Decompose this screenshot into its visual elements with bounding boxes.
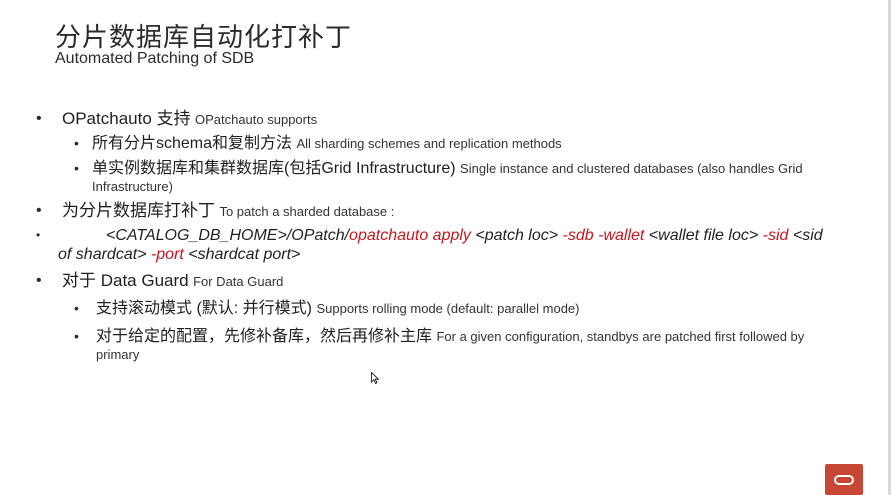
slide: 分片数据库自动化打补丁 Automated Patching of SDB • … <box>0 0 891 495</box>
bullet-main-text: 对于 Data Guard <box>62 271 189 290</box>
bullet-main-text: 为分片数据库打补丁 <box>62 201 215 220</box>
cmd-patch-loc: <patch loc> <box>470 227 563 244</box>
mouse-pointer-icon <box>371 372 379 384</box>
bullet-sub-text: Supports rolling mode (default: parallel… <box>316 301 580 316</box>
bullet-main-text: 对于给定的配置，先修补备库，然后再修补主库 <box>96 328 433 345</box>
bullet-dot: • <box>36 272 42 289</box>
bullet-dot: • <box>36 228 41 242</box>
cmd-shardcat-port: <shardcat port> <box>183 246 301 263</box>
slide-title-zh: 分片数据库自动化打补丁 <box>55 22 353 52</box>
patch-command-line2: of shardcat> -port <shardcat port> <box>58 246 300 264</box>
bullet-sub-text: All sharding schemes and replication met… <box>296 136 562 151</box>
oracle-logo <box>825 464 863 495</box>
bullet-sub-text-cont: primary <box>96 347 140 362</box>
cmd-wallet-loc: <wallet file loc> <box>644 227 763 244</box>
bullet-opatchauto: OPatchauto 支持 OPatchauto supports <box>62 110 317 129</box>
bullet-dot: • <box>74 300 79 316</box>
bullet-standby-first: 对于给定的配置，先修补备库，然后再修补主库 For a given config… <box>96 328 804 346</box>
bullet-sharding-schemes: 所有分片schema和复制方法 All sharding schemes and… <box>92 135 562 153</box>
bullet-sub-text-cont: Infrastructure) <box>92 179 173 194</box>
bullet-dot: • <box>36 202 42 219</box>
cmd-port: -port <box>150 246 184 263</box>
bullet-main-text: 单实例数据库和集群数据库(包括Grid Infrastructure) <box>92 160 456 177</box>
oracle-ring-icon <box>834 475 854 485</box>
cmd-opatchauto-apply: opatchauto apply <box>349 227 471 244</box>
bullet-single-clustered: 单实例数据库和集群数据库(包括Grid Infrastructure) Sing… <box>92 160 803 178</box>
bullet-patch-sdb: 为分片数据库打补丁 To patch a sharded database : <box>62 202 394 221</box>
bullet-sub-text: OPatchauto supports <box>194 112 318 127</box>
bullet-sub-text: To patch a sharded database : <box>219 204 395 219</box>
patch-command-line1: <CATALOG_DB_HOME>/OPatch/opatchauto appl… <box>106 227 823 245</box>
bullet-main-text: OPatchauto 支持 <box>62 109 191 128</box>
bullet-rolling-mode: 支持滚动模式 (默认: 并行模式) Supports rolling mode … <box>96 300 579 318</box>
bullet-sub-text: For a given configuration, standbys are … <box>436 329 805 344</box>
bullet-sub-text: Single instance and clustered databases … <box>460 161 803 176</box>
cmd-sid: -sid <box>762 227 789 244</box>
bullet-main-text: 支持滚动模式 (默认: 并行模式) <box>96 300 312 317</box>
bullet-dot: • <box>74 160 79 176</box>
bullet-main-text: 所有分片schema和复制方法 <box>92 135 293 152</box>
cmd-sdb-wallet: -sdb -wallet <box>562 227 645 244</box>
cmd-sid-val: <sid <box>788 227 823 244</box>
bullet-dot: • <box>36 110 42 127</box>
bullet-sub-text: For Data Guard <box>193 274 284 289</box>
cmd-path: <CATALOG_DB_HOME>/OPatch/ <box>106 227 350 244</box>
bullet-data-guard: 对于 Data Guard For Data Guard <box>62 272 283 291</box>
bullet-dot: • <box>74 328 79 344</box>
bullet-dot: • <box>74 135 79 151</box>
cmd-shardcat: of shardcat> <box>58 246 151 263</box>
slide-title-en: Automated Patching of SDB <box>55 50 255 67</box>
